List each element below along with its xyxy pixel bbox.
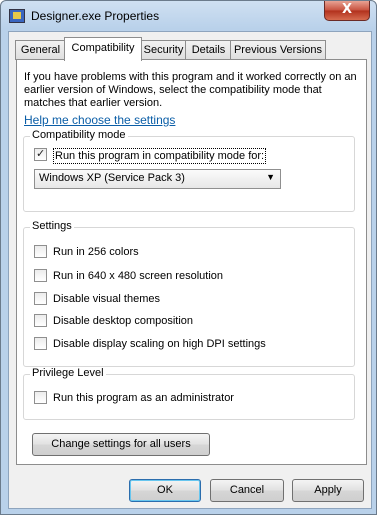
setting-256-colors-checkbox[interactable] bbox=[34, 245, 47, 258]
tab-security[interactable]: Security bbox=[140, 40, 187, 60]
application-icon bbox=[9, 9, 25, 23]
cancel-button[interactable]: Cancel bbox=[210, 479, 284, 502]
change-settings-all-users-button[interactable]: Change settings for all users bbox=[32, 433, 210, 456]
properties-window: Designer.exe Properties X General Compat… bbox=[0, 0, 377, 515]
settings-title: Settings bbox=[30, 220, 74, 232]
close-icon: X bbox=[341, 2, 353, 17]
ok-button[interactable]: OK bbox=[129, 479, 201, 502]
setting-desktop-composition-label: Disable desktop composition bbox=[53, 315, 194, 327]
dialog-client: General Compatibility Security Details P… bbox=[8, 31, 372, 509]
setting-dpi-scaling-label: Disable display scaling on high DPI sett… bbox=[53, 338, 266, 350]
tab-general[interactable]: General bbox=[15, 40, 66, 60]
setting-dpi-scaling-checkbox[interactable] bbox=[34, 337, 47, 350]
compatibility-mode-group: Compatibility mode ✓ Run this program in… bbox=[23, 129, 355, 212]
setting-256-colors-label: Run in 256 colors bbox=[53, 246, 139, 258]
tab-compatibility[interactable]: Compatibility bbox=[64, 37, 142, 61]
setting-640x480-label: Run in 640 x 480 screen resolution bbox=[53, 270, 223, 282]
close-button[interactable]: X bbox=[324, 1, 370, 21]
help-link[interactable]: Help me choose the settings bbox=[24, 113, 175, 127]
compatibility-mode-checkbox[interactable]: ✓ bbox=[34, 148, 47, 161]
tab-details[interactable]: Details bbox=[185, 40, 232, 60]
chevron-down-icon: ▼ bbox=[266, 172, 275, 182]
window-title: Designer.exe Properties bbox=[31, 9, 160, 23]
setting-640x480-checkbox[interactable] bbox=[34, 269, 47, 282]
compatibility-panel: If you have problems with this program a… bbox=[16, 59, 367, 465]
run-as-admin-checkbox[interactable] bbox=[34, 391, 47, 404]
privilege-level-title: Privilege Level bbox=[30, 367, 106, 379]
run-as-admin-label: Run this program as an administrator bbox=[53, 392, 234, 404]
privilege-level-group: Privilege Level Run this program as an a… bbox=[23, 367, 355, 420]
setting-visual-themes-checkbox[interactable] bbox=[34, 292, 47, 305]
compatibility-os-select[interactable]: Windows XP (Service Pack 3) ▼ bbox=[34, 169, 281, 189]
apply-button[interactable]: Apply bbox=[292, 479, 364, 502]
compatibility-mode-label: Run this program in compatibility mode f… bbox=[53, 148, 267, 164]
selected-os: Windows XP (Service Pack 3) bbox=[39, 172, 185, 184]
intro-text: If you have problems with this program a… bbox=[24, 71, 357, 109]
title-bar[interactable]: Designer.exe Properties X bbox=[1, 1, 376, 31]
tab-previous-versions[interactable]: Previous Versions bbox=[230, 40, 326, 60]
setting-visual-themes-label: Disable visual themes bbox=[53, 293, 160, 305]
compatibility-mode-title: Compatibility mode bbox=[30, 129, 128, 141]
settings-group: Settings Run in 256 colors Run in 640 x … bbox=[23, 220, 355, 367]
checkmark-icon: ✓ bbox=[36, 148, 46, 160]
setting-desktop-composition-checkbox[interactable] bbox=[34, 314, 47, 327]
